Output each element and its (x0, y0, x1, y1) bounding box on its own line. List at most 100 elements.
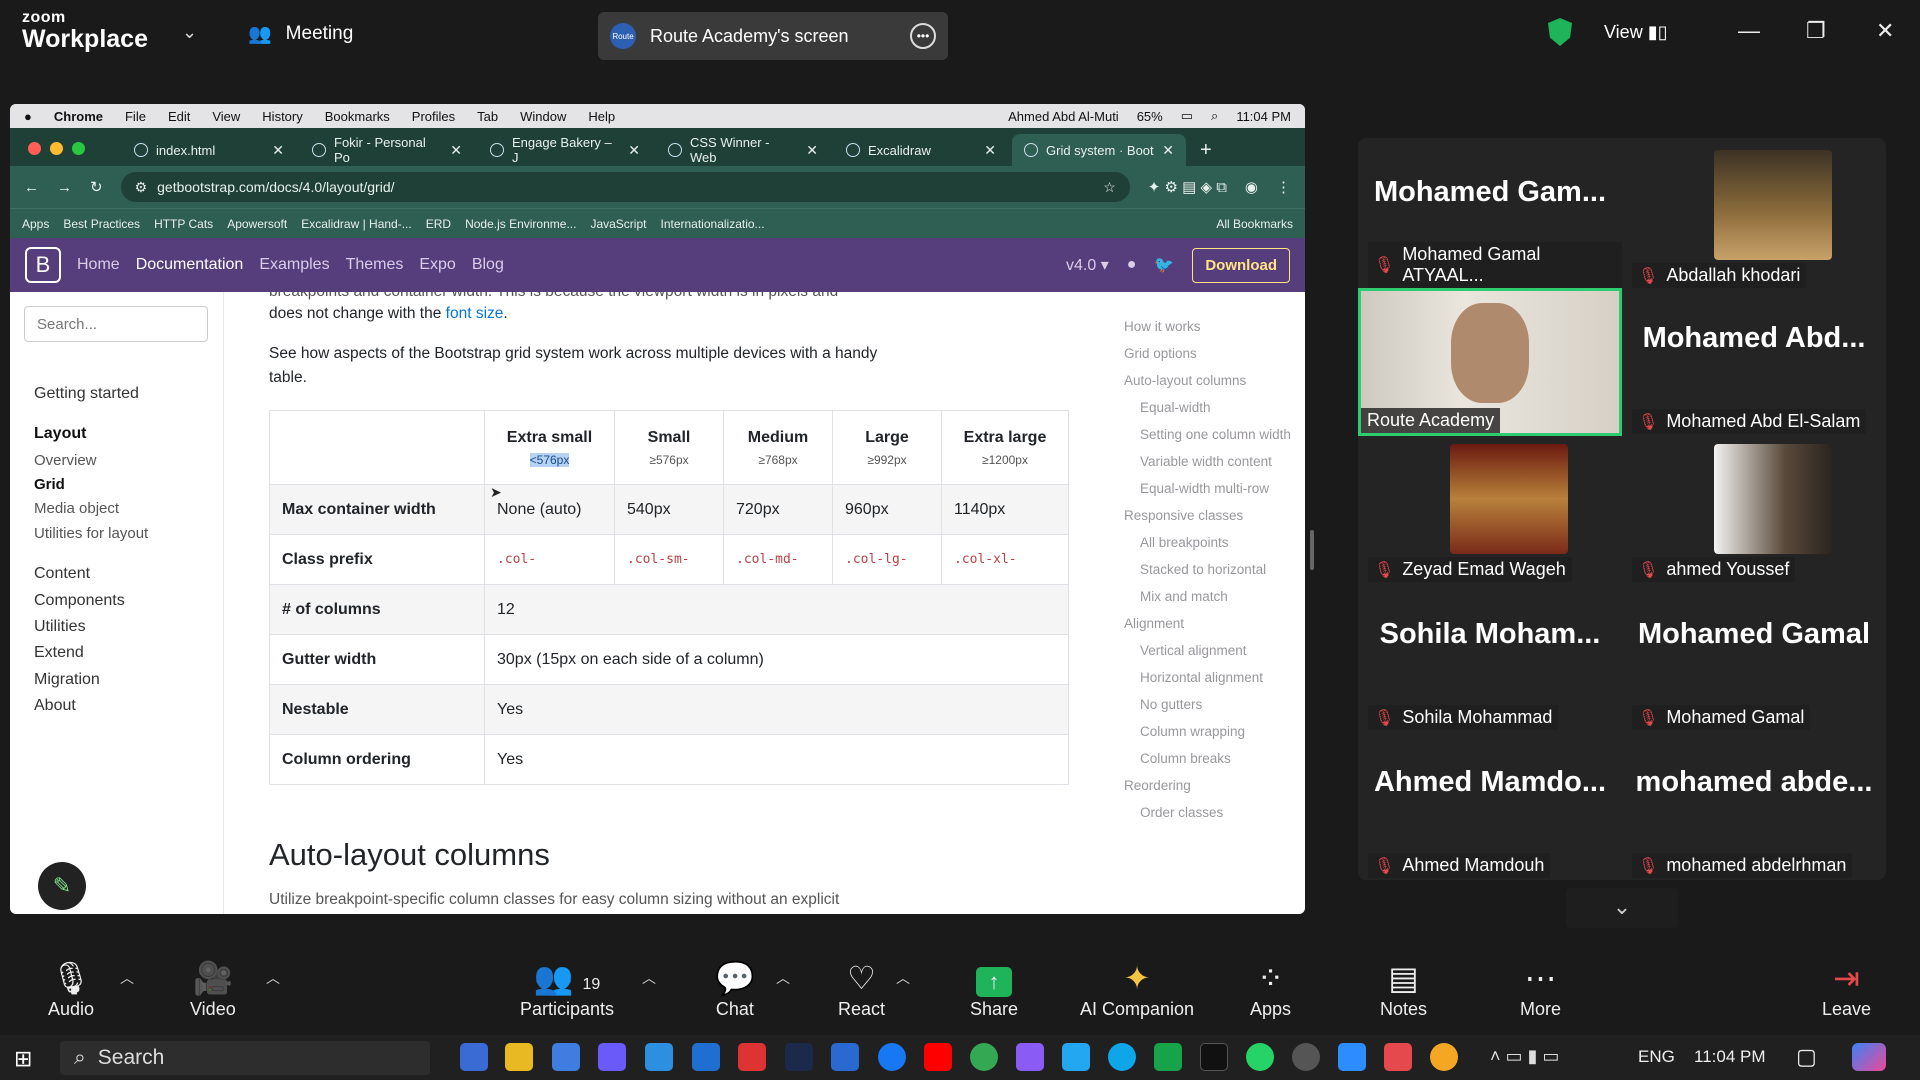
app-icon[interactable] (645, 1043, 673, 1071)
section-heading: Auto-layout columns (269, 837, 550, 872)
file-explorer-icon[interactable] (505, 1043, 533, 1071)
close-icon: ✕ (272, 141, 284, 158)
notes-button[interactable]: ▤ Notes (1380, 957, 1427, 1020)
participant-tile[interactable]: 🎙 ahmed Youssef (1622, 436, 1886, 584)
apple-icon[interactable]: ● (24, 109, 32, 124)
participants-caret[interactable]: ︿ (642, 968, 656, 988)
zoom-icon[interactable] (1338, 1043, 1366, 1071)
participant-tile[interactable]: Mohamed Gamal 🎙 Mohamed Gamal (1622, 584, 1886, 732)
chevron-down-icon[interactable]: ⌄ (1566, 888, 1678, 928)
audio-button[interactable]: 🎙 Audio (48, 957, 94, 1020)
zoom-window-button[interactable] (72, 142, 85, 155)
app-icon[interactable] (831, 1043, 859, 1071)
bookmark-star-icon[interactable]: ☆ (1103, 179, 1116, 196)
tab-fokir[interactable]: Fokir - Personal Po ✕ (300, 134, 474, 166)
taskbar-search[interactable]: ⌕ Search (60, 1041, 430, 1075)
video-button[interactable]: 🎥 Video (190, 957, 236, 1020)
vscode-icon[interactable] (1062, 1043, 1090, 1071)
screen-share-indicator[interactable]: Route Route Academy's screen ••• (598, 12, 948, 60)
participant-tile[interactable]: Mohamed Gam... 🎙 Mohamed Gamal ATYAAL... (1358, 142, 1622, 290)
twitter-icon[interactable]: 🐦 (1154, 255, 1174, 275)
youtube-icon[interactable] (924, 1043, 952, 1071)
pencil-icon[interactable]: ✎ (38, 862, 86, 910)
store-icon[interactable] (552, 1043, 580, 1071)
participant-tile[interactable]: Sohila Moham... 🎙 Sohila Mohammad (1358, 584, 1622, 732)
search-input[interactable]: Search... (24, 306, 208, 342)
facebook-icon[interactable] (878, 1043, 906, 1071)
tab-grid-system[interactable]: Grid system · Boot ✕ (1012, 134, 1186, 166)
extensions-icon[interactable]: ✦ ⚙ ▤ ◈ ⧉ (1148, 178, 1227, 196)
battery-icon: ▭ (1180, 108, 1194, 123)
apps-button[interactable]: ⁘ Apps (1250, 957, 1291, 1020)
version-dropdown[interactable]: v4.0 ▾ (1066, 255, 1109, 275)
video-options-caret[interactable]: ︿ (266, 968, 280, 988)
back-icon[interactable]: ← (24, 179, 39, 196)
participant-tile[interactable]: 🎙 Abdallah khodari (1622, 142, 1886, 290)
forward-icon[interactable]: → (57, 179, 72, 196)
address-bar-row: ← → ↻ ⚙ getbootstrap.com/docs/4.0/layout/gr… (10, 166, 1305, 208)
minimize-icon[interactable]: — (1738, 18, 1760, 44)
tab-csswinner[interactable]: CSS Winner - Web ✕ (656, 134, 830, 166)
notes-icon: ▤ (1388, 960, 1419, 996)
minimize-window-button[interactable] (50, 142, 63, 155)
chevron-down-icon[interactable]: ⌄ (182, 22, 197, 43)
font-size-link[interactable]: font size (446, 305, 504, 322)
heart-icon: ♡ (847, 960, 876, 996)
notification-icon[interactable]: ▢ (1796, 1044, 1817, 1070)
chat-caret[interactable]: ︿ (776, 968, 790, 988)
settings-icon[interactable] (1292, 1043, 1320, 1071)
windows-start-icon[interactable]: ⊞ (14, 1046, 32, 1072)
restore-icon[interactable]: ❐ (1806, 18, 1826, 44)
leave-button[interactable]: ⇥ Leave (1822, 957, 1871, 1020)
bootstrap-logo[interactable]: B (25, 247, 61, 283)
app-icon[interactable] (598, 1043, 626, 1071)
tab-index[interactable]: index.html ✕ (122, 134, 296, 166)
splitter-handle[interactable] (1310, 530, 1314, 570)
new-tab-button[interactable]: + (1190, 139, 1222, 166)
mic-muted-icon: 🎙 (1638, 709, 1659, 727)
pdf-icon[interactable] (738, 1043, 766, 1071)
more-button[interactable]: ⋯ More (1520, 957, 1561, 1020)
share-button[interactable]: ↑ Share (970, 957, 1018, 1020)
copilot-icon[interactable] (1852, 1043, 1886, 1071)
close-window-button[interactable] (28, 142, 41, 155)
weather-icon[interactable] (1430, 1043, 1458, 1071)
view-button[interactable]: View ▮▯ (1604, 22, 1668, 43)
react-button[interactable]: ♡ React (838, 957, 885, 1020)
video-thumbnail (1450, 444, 1568, 554)
profile-avatar[interactable]: ◉ (1245, 178, 1258, 196)
meeting-button[interactable]: 👥 Meeting (248, 22, 353, 46)
audio-options-caret[interactable]: ︿ (120, 968, 134, 988)
participant-tile[interactable]: Ahmed Mamdo... 🎙 Ahmed Mamdouh (1358, 732, 1622, 880)
participant-tile-active-speaker[interactable]: Route Academy (1358, 288, 1622, 436)
app-icon[interactable] (1016, 1043, 1044, 1071)
tab-excalidraw[interactable]: Excalidraw ✕ (834, 134, 1008, 166)
photoshop-icon[interactable] (785, 1043, 813, 1071)
react-caret[interactable]: ︿ (896, 968, 910, 988)
task-view-icon[interactable] (460, 1043, 488, 1071)
app-icon[interactable] (1154, 1043, 1182, 1071)
participant-tile[interactable]: 🎙 Zeyad Emad Wageh (1358, 436, 1622, 584)
whatsapp-icon[interactable] (1246, 1043, 1274, 1071)
edge-icon[interactable] (1108, 1043, 1136, 1071)
menu-icon[interactable]: ⋮ (1276, 178, 1291, 196)
tab-engage[interactable]: Engage Bakery – J ✕ (478, 134, 652, 166)
participants-button[interactable]: 👥 19 Participants (520, 957, 614, 1020)
chat-button[interactable]: 💬 Chat (715, 957, 755, 1020)
tray-icons[interactable]: ˄ ▭ ▮ ▭ (1490, 1046, 1559, 1067)
github-icon[interactable]: ● (1127, 256, 1137, 274)
video-thumbnail (1714, 444, 1832, 554)
more-options-icon[interactable]: ••• (910, 23, 936, 49)
ai-companion-button[interactable]: ✦ AI Companion (1080, 957, 1194, 1020)
url-field[interactable]: ⚙ getbootstrap.com/docs/4.0/layout/grid/☆ (120, 172, 1130, 202)
participant-tile[interactable]: mohamed abde... 🎙 mohamed abdelrhman (1622, 732, 1886, 880)
app-icon[interactable] (692, 1043, 720, 1071)
reload-icon[interactable]: ↻ (90, 178, 103, 196)
close-icon[interactable]: ✕ (1876, 18, 1894, 44)
tiktok-icon[interactable] (1200, 1043, 1228, 1071)
chrome-icon[interactable] (970, 1043, 998, 1071)
participant-tile[interactable]: Mohamed Abd... 🎙 Mohamed Abd El-Salam (1622, 288, 1886, 436)
search-icon[interactable]: ⌕ (1211, 108, 1218, 124)
app-icon[interactable] (1384, 1043, 1412, 1071)
download-button[interactable]: Download (1192, 247, 1290, 283)
